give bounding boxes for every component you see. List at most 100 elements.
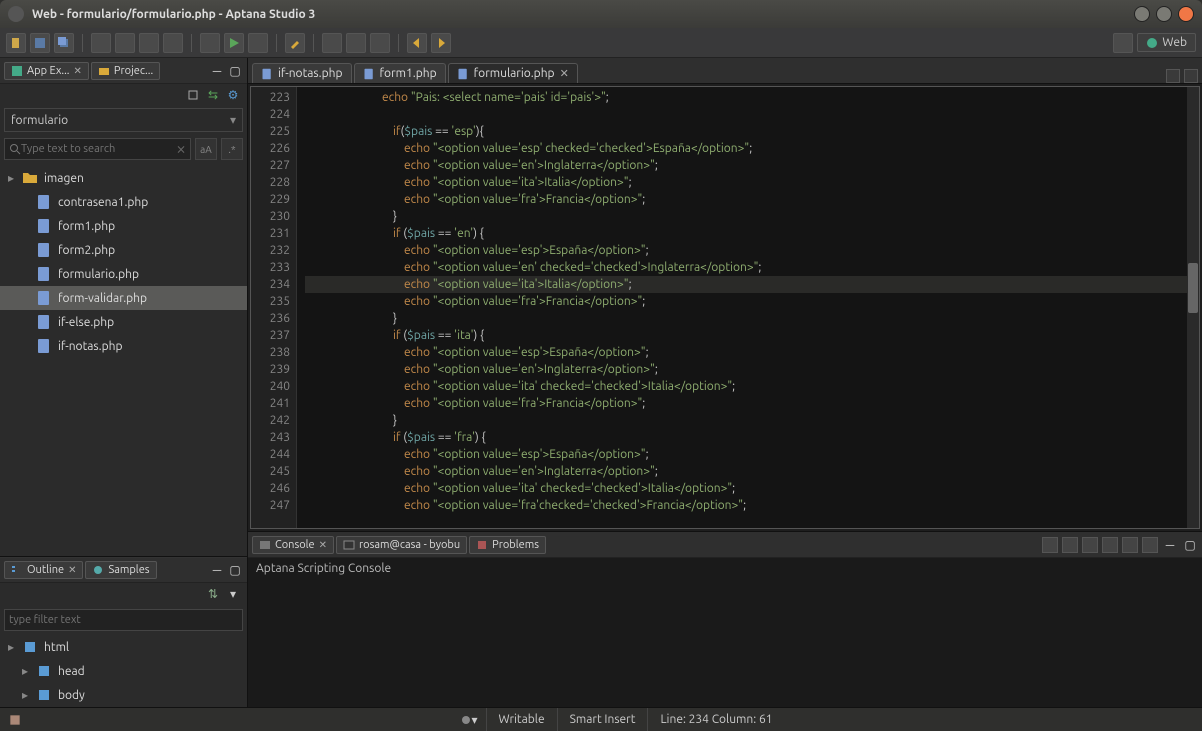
tree-file[interactable]: form2.php xyxy=(0,238,247,262)
tab-samples[interactable]: Samples xyxy=(85,561,156,579)
close-icon[interactable]: ✕ xyxy=(74,65,82,77)
code-line[interactable]: if ($pais == 'fra') { xyxy=(305,429,1199,446)
project-selector[interactable]: formulario ▾ xyxy=(4,108,243,132)
editor-tab[interactable]: formulario.php✕ xyxy=(448,63,578,83)
code-line[interactable]: } xyxy=(305,208,1199,225)
minimize-view-button[interactable]: ─ xyxy=(209,63,225,79)
maximize-button[interactable] xyxy=(1156,6,1172,22)
code-line[interactable]: } xyxy=(305,310,1199,327)
tree-file[interactable]: formulario.php xyxy=(0,262,247,286)
maximize-editor-button[interactable] xyxy=(1184,69,1198,83)
code-line[interactable]: if ($pais == 'ita') { xyxy=(305,327,1199,344)
toggle-button-4[interactable] xyxy=(346,33,366,53)
back-button[interactable] xyxy=(407,33,427,53)
show-whitespace-button[interactable] xyxy=(91,33,111,53)
link-editor-button[interactable]: ⇆ xyxy=(205,87,221,103)
code-line[interactable]: echo "<option value='fra'>Francia</optio… xyxy=(305,293,1199,310)
toggle-button-3[interactable] xyxy=(163,33,183,53)
console-btn-6[interactable] xyxy=(1142,537,1158,553)
maximize-view-button[interactable]: ▢ xyxy=(227,562,243,578)
code-line[interactable]: echo "<option value='fra'checked='checke… xyxy=(305,497,1199,514)
console-btn-1[interactable] xyxy=(1042,537,1058,553)
tree-file[interactable]: if-notas.php xyxy=(0,334,247,358)
outline-item[interactable]: ▸head xyxy=(0,659,247,683)
code-line[interactable]: echo "<option value='ita'>Italia</option… xyxy=(305,276,1199,293)
view-menu-button[interactable]: ⚙ xyxy=(225,87,241,103)
perspective-web[interactable]: Web xyxy=(1137,33,1196,52)
code-line[interactable]: echo "<option value='esp' checked='check… xyxy=(305,140,1199,157)
build-status-button[interactable]: ▾ xyxy=(460,711,478,729)
tab-problems[interactable]: Problems xyxy=(469,536,546,554)
quick-access-button[interactable] xyxy=(0,708,34,731)
expand-icon[interactable]: ▸ xyxy=(20,688,30,702)
toggle-button-1[interactable] xyxy=(115,33,135,53)
tab-console[interactable]: Console ✕ xyxy=(252,536,334,554)
minimize-view-button[interactable]: ─ xyxy=(209,562,225,578)
code-line[interactable]: echo "<option value='en'>Inglaterra</opt… xyxy=(305,463,1199,480)
code-line[interactable]: echo "<option value='en'>Inglaterra</opt… xyxy=(305,157,1199,174)
outline-menu-button[interactable]: ▾ xyxy=(225,586,241,602)
editor-scrollbar[interactable] xyxy=(1187,87,1199,528)
maximize-view-button[interactable]: ▢ xyxy=(227,63,243,79)
code-line[interactable]: if ($pais == 'en') { xyxy=(305,225,1199,242)
tab-app-explorer[interactable]: App Ex... ✕ xyxy=(4,62,89,80)
toggle-button-2[interactable] xyxy=(139,33,159,53)
minimize-view-button[interactable]: ─ xyxy=(1162,537,1178,553)
console-btn-3[interactable] xyxy=(1082,537,1098,553)
tab-terminal[interactable]: rosam@casa - byobu xyxy=(336,536,467,554)
code-line[interactable]: echo "<option value='en' checked='checke… xyxy=(305,259,1199,276)
minimize-button[interactable] xyxy=(1134,6,1150,22)
tab-outline[interactable]: Outline ✕ xyxy=(4,561,83,579)
tree-folder[interactable]: ▸imagen xyxy=(0,166,247,190)
forward-button[interactable] xyxy=(431,33,451,53)
tree-file[interactable]: form-validar.php xyxy=(0,286,247,310)
outline-filter-input[interactable] xyxy=(9,614,238,626)
tab-project-explorer[interactable]: Projec... xyxy=(91,62,160,80)
code-line[interactable] xyxy=(305,106,1199,123)
close-icon[interactable]: ✕ xyxy=(68,564,76,576)
close-tab-icon[interactable]: ✕ xyxy=(560,67,569,80)
code-line[interactable]: echo "<option value='esp'>España</option… xyxy=(305,242,1199,259)
tree-file[interactable]: form1.php xyxy=(0,214,247,238)
editor-code-area[interactable]: echo "Pais: <select name='pais' id='pais… xyxy=(297,87,1199,528)
open-perspective-button[interactable] xyxy=(1113,33,1133,53)
close-window-button[interactable] xyxy=(1178,6,1194,22)
console-body[interactable]: Aptana Scripting Console xyxy=(248,558,1202,707)
clear-search-icon[interactable]: ⨯ xyxy=(176,142,186,156)
save-button[interactable] xyxy=(30,33,50,53)
console-btn-5[interactable] xyxy=(1122,537,1138,553)
editor-tab[interactable]: form1.php xyxy=(354,63,446,83)
code-line[interactable]: echo "<option value='esp'>España</option… xyxy=(305,446,1199,463)
outline-item[interactable]: ▸body xyxy=(0,683,247,707)
search-input[interactable] xyxy=(21,143,176,155)
search-input-wrapper[interactable]: ⨯ xyxy=(4,138,191,160)
code-line[interactable]: echo "<option value='ita' checked='check… xyxy=(305,378,1199,395)
outline-filter[interactable] xyxy=(4,609,243,631)
code-line[interactable]: echo "<option value='en'>Inglaterra</opt… xyxy=(305,361,1199,378)
outline-tree[interactable]: ▸html▸head▸body xyxy=(0,635,247,707)
new-button[interactable] xyxy=(6,33,26,53)
tree-file[interactable]: if-else.php xyxy=(0,310,247,334)
scrollbar-thumb[interactable] xyxy=(1188,263,1198,313)
expand-icon[interactable]: ▸ xyxy=(6,640,16,654)
code-line[interactable]: echo "<option value='fra'>Francia</optio… xyxy=(305,191,1199,208)
case-sensitive-button[interactable]: aA xyxy=(195,138,217,160)
code-line[interactable]: echo "<option value='fra'>Francia</optio… xyxy=(305,395,1199,412)
external-tools-button[interactable] xyxy=(248,33,268,53)
file-tree[interactable]: ▸imagencontrasena1.phpform1.phpform2.php… xyxy=(0,164,247,556)
console-btn-4[interactable] xyxy=(1102,537,1118,553)
expand-icon[interactable]: ▸ xyxy=(20,664,30,678)
code-line[interactable]: echo "<option value='ita'>Italia</option… xyxy=(305,174,1199,191)
code-line[interactable]: echo "<option value='esp'>España</option… xyxy=(305,344,1199,361)
sort-button[interactable]: ⇅ xyxy=(205,586,221,602)
expand-icon[interactable]: ▸ xyxy=(6,171,16,185)
search-button[interactable] xyxy=(322,33,342,53)
code-line[interactable]: } xyxy=(305,412,1199,429)
code-line[interactable]: echo "<option value='ita' checked='check… xyxy=(305,480,1199,497)
editor-tab[interactable]: if-notas.php xyxy=(252,63,352,83)
collapse-all-button[interactable] xyxy=(185,87,201,103)
save-all-button[interactable] xyxy=(54,33,74,53)
close-icon[interactable]: ✕ xyxy=(319,539,327,551)
code-line[interactable]: if($pais == 'esp'){ xyxy=(305,123,1199,140)
tree-file[interactable]: contrasena1.php xyxy=(0,190,247,214)
